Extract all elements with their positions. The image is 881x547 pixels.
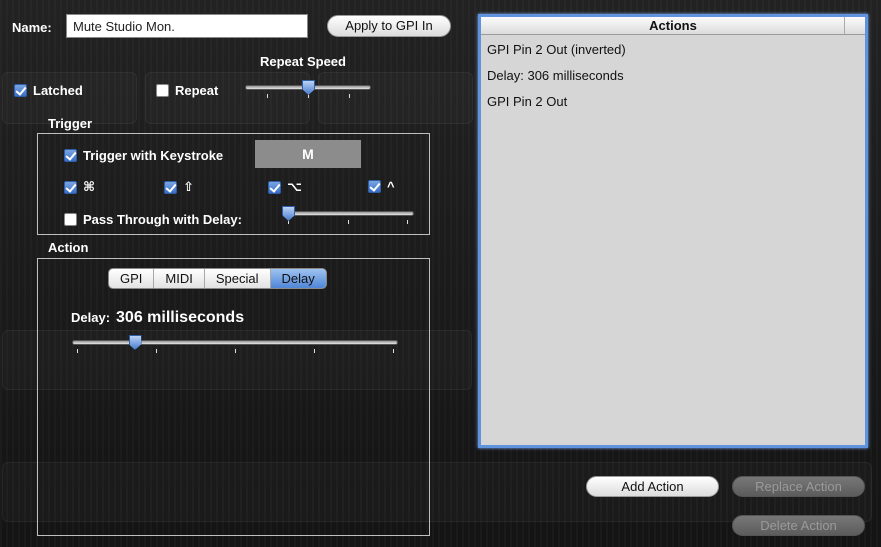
repeat-speed-slider[interactable]: [245, 79, 371, 99]
option-icon: ⌥: [287, 179, 302, 194]
checkbox-checked-icon: [64, 149, 77, 162]
repeat-checkbox[interactable]: Repeat: [156, 83, 218, 98]
checkbox-checked-icon: [64, 180, 77, 194]
checkbox-checked-icon: [14, 84, 27, 97]
shift-modifier-checkbox[interactable]: ⇧: [164, 179, 194, 195]
delay-value: 306 milliseconds: [116, 309, 245, 326]
pass-through-checkbox[interactable]: Pass Through with Delay:: [64, 212, 242, 227]
checkbox-checked-icon: [268, 180, 281, 194]
slider-thumb[interactable]: [128, 335, 142, 350]
keystroke-field[interactable]: M: [255, 140, 361, 168]
repeat-label: Repeat: [175, 83, 219, 98]
slider-thumb[interactable]: [282, 206, 295, 221]
column-separator: [844, 17, 845, 34]
actions-list-panel[interactable]: Actions GPI Pin 2 Out (inverted) Delay: …: [478, 14, 868, 448]
action-group: [37, 258, 430, 536]
checkbox-unchecked-icon: [64, 213, 77, 226]
name-label: Name:: [12, 20, 52, 35]
trigger-title: Trigger: [48, 116, 93, 131]
command-modifier-checkbox[interactable]: ⌘: [64, 179, 95, 195]
slider-track: [72, 340, 398, 345]
slider-tick: [349, 94, 350, 98]
slider-tick: [156, 349, 157, 353]
delay-slider[interactable]: [72, 334, 398, 354]
replace-action-button[interactable]: Replace Action: [732, 476, 865, 497]
shift-icon: ⇧: [183, 179, 194, 194]
delay-label: Delay:: [71, 310, 111, 325]
slider-tick: [235, 349, 236, 353]
list-item[interactable]: GPI Pin 2 Out (inverted): [487, 37, 859, 63]
actions-header-label: Actions: [649, 18, 697, 33]
tab-gpi[interactable]: GPI: [109, 269, 155, 288]
option-modifier-checkbox[interactable]: ⌥: [268, 179, 302, 195]
slider-tick: [77, 349, 78, 353]
action-title: Action: [48, 240, 89, 255]
tab-midi[interactable]: MIDI: [154, 269, 205, 288]
checkbox-unchecked-icon: [156, 84, 169, 97]
add-action-button[interactable]: Add Action: [586, 476, 719, 497]
apply-to-gpi-in-button[interactable]: Apply to GPI In: [327, 15, 451, 37]
tab-special[interactable]: Special: [205, 269, 271, 288]
name-field[interactable]: [66, 14, 308, 38]
pass-through-delay-slider[interactable]: [282, 205, 414, 225]
actions-list: GPI Pin 2 Out (inverted) Delay: 306 mill…: [481, 35, 865, 117]
slider-tick: [314, 349, 315, 353]
trigger-keystroke-label: Trigger with Keystroke: [83, 148, 224, 163]
list-item[interactable]: GPI Pin 2 Out: [487, 89, 859, 115]
slider-track: [282, 211, 414, 216]
command-icon: ⌘: [83, 179, 96, 194]
latched-checkbox[interactable]: Latched: [14, 83, 83, 98]
trigger-keystroke-checkbox[interactable]: Trigger with Keystroke: [64, 148, 223, 163]
pass-through-label: Pass Through with Delay:: [83, 212, 242, 227]
control-modifier-checkbox[interactable]: ^: [368, 179, 395, 194]
latched-label: Latched: [33, 83, 83, 98]
slider-tick: [393, 349, 394, 353]
repeat-speed-label: Repeat Speed: [260, 54, 346, 69]
delete-action-button[interactable]: Delete Action: [732, 515, 865, 536]
slider-tick: [407, 220, 408, 224]
control-icon: ^: [387, 179, 395, 194]
checkbox-checked-icon: [164, 180, 177, 194]
delay-readout: Delay: 306 milliseconds: [71, 309, 244, 327]
actions-header[interactable]: Actions: [481, 17, 865, 35]
tab-delay[interactable]: Delay: [270, 269, 326, 288]
action-type-tabs: GPI MIDI Special Delay: [108, 268, 327, 289]
slider-tick: [348, 220, 349, 224]
list-item[interactable]: Delay: 306 milliseconds: [487, 63, 859, 89]
checkbox-checked-icon: [368, 180, 381, 193]
slider-thumb[interactable]: [302, 80, 315, 95]
slider-tick: [267, 94, 268, 98]
